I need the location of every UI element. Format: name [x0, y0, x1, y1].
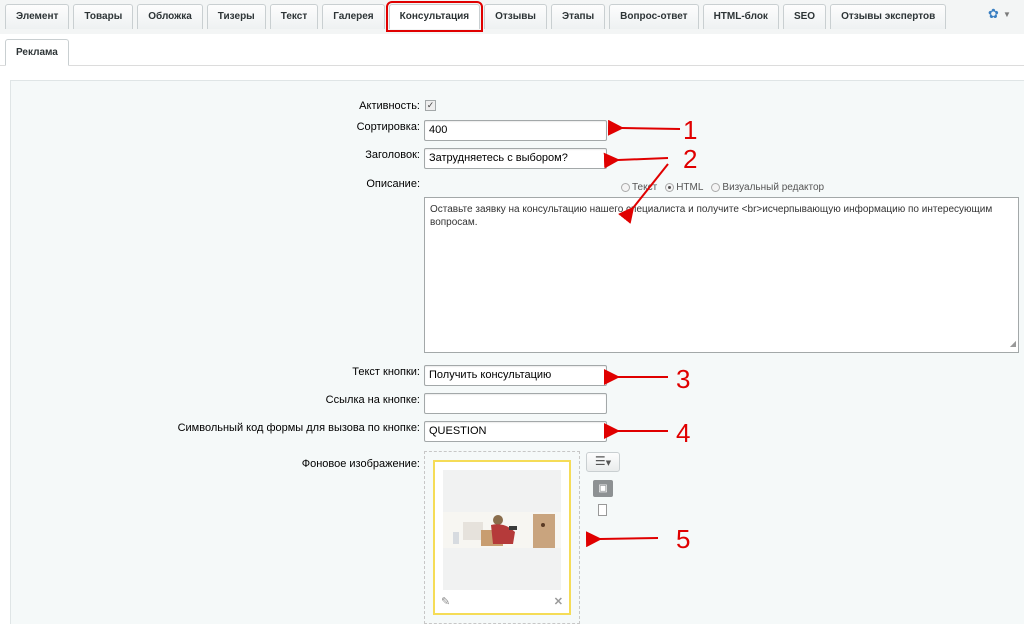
annotation-number-2: 2 [683, 144, 698, 174]
annotation-number-1: 1 [683, 115, 698, 145]
annotation-number-5: 5 [676, 524, 691, 554]
annotation-arrows [585, 119, 681, 548]
annotation-number-3: 3 [676, 364, 691, 394]
annotation-number-4: 4 [676, 418, 691, 448]
